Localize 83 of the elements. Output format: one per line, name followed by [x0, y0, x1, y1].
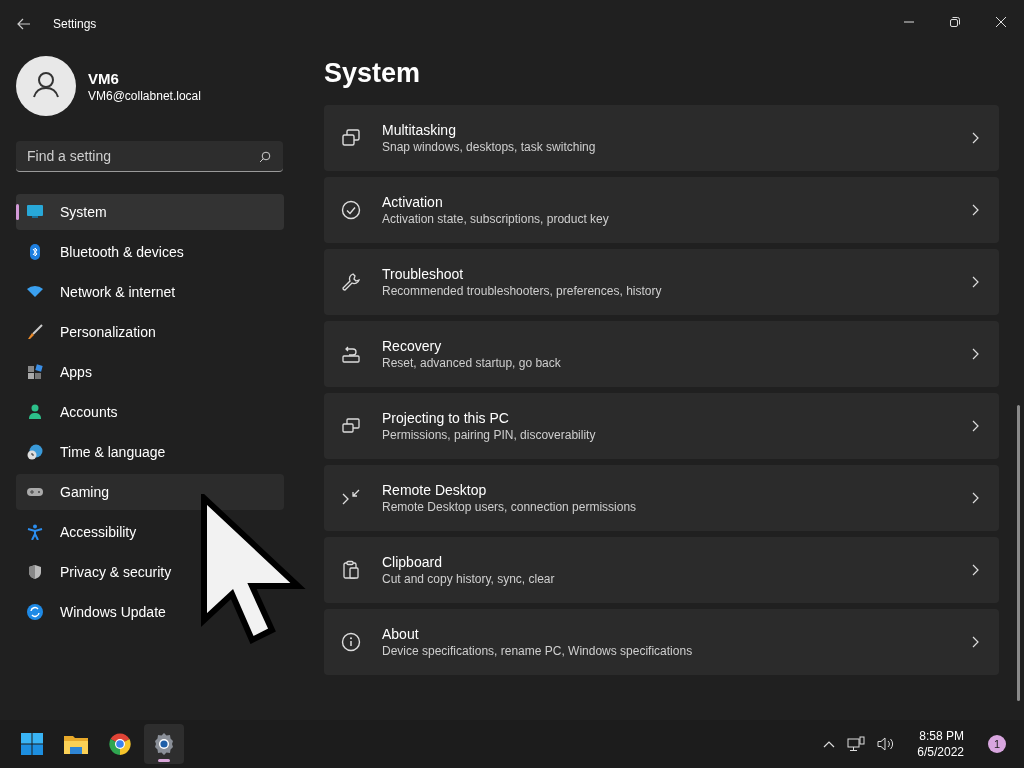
card-description: Remote Desktop users, connection permissions [382, 500, 638, 514]
selection-indicator [16, 204, 19, 220]
chevron-right-icon [971, 636, 979, 648]
settings-card[interactable]: About Device specifications, rename PC, Windows specifications [324, 609, 999, 675]
nav-item[interactable]: Personalization [16, 314, 284, 350]
card-description: Permissions, pairing PIN, discoverability [382, 428, 597, 442]
settings-card[interactable]: Projecting to this PC Permissions, pairing PIN, discoverability [324, 393, 999, 459]
card-title: Projecting to this PC [382, 410, 510, 426]
brush-icon [26, 324, 44, 340]
person-icon [26, 404, 44, 420]
window-title: Settings [53, 17, 97, 31]
folder-icon [63, 733, 89, 755]
windows-stack-icon [341, 128, 361, 148]
chevron-right-icon [971, 132, 979, 144]
card-description: Activation state, subscriptions, product key [382, 212, 610, 226]
card-title: Recovery [382, 338, 443, 354]
card-description: Device specifications, rename PC, Windows specifications [382, 644, 694, 658]
maximize-icon[interactable] [949, 16, 961, 28]
close-icon[interactable] [995, 16, 1007, 28]
chevron-right-icon [971, 564, 979, 576]
card-title: Troubleshoot [382, 266, 465, 282]
settings-card[interactable]: Troubleshoot Recommended troubleshooters, preferences, history [324, 249, 999, 315]
search-icon [259, 151, 271, 163]
nav-item[interactable]: Windows Update [16, 594, 284, 630]
avatar-icon[interactable] [16, 56, 76, 116]
chevron-right-icon [971, 276, 979, 288]
browser-icon [108, 732, 132, 756]
clock-date[interactable]: 6/5/2022 [917, 745, 964, 759]
volume-icon[interactable] [877, 736, 896, 752]
monitor-icon [26, 204, 44, 220]
update-icon [26, 604, 44, 620]
network-icon[interactable] [847, 736, 866, 752]
mouse-pointer-icon [200, 494, 306, 644]
recovery-icon [341, 344, 361, 364]
card-title: Activation [382, 194, 444, 210]
card-description: Recommended troubleshooters, preferences, history [382, 284, 663, 298]
apps-icon [26, 364, 44, 380]
wrench-icon [341, 272, 361, 292]
nav-item[interactable]: Time & language [16, 434, 284, 470]
search-field[interactable]: Find a setting [16, 141, 283, 172]
settings-card[interactable]: Multitasking Snap windows, desktops, task switching [324, 105, 999, 171]
shield-icon [26, 564, 44, 580]
accessibility-icon [26, 524, 44, 540]
scrollbar[interactable] [1017, 405, 1020, 701]
clock-time[interactable]: 8:58 PM [919, 729, 964, 743]
globe-clock-icon [26, 444, 44, 460]
nav-item[interactable]: Accessibility [16, 514, 284, 550]
chevron-up-icon[interactable] [823, 740, 836, 748]
chevron-right-icon [971, 420, 979, 432]
card-title: Clipboard [382, 554, 443, 570]
chevron-right-icon [971, 204, 979, 216]
card-title: Multitasking [382, 122, 457, 138]
start-icon [20, 732, 44, 756]
projector-screens-icon [341, 416, 361, 436]
card-description: Snap windows, desktops, task switching [382, 140, 597, 154]
settings-card[interactable]: Recovery Reset, advanced startup, go back [324, 321, 999, 387]
settings-card[interactable]: Clipboard Cut and copy history, sync, clear [324, 537, 999, 603]
chevron-right-icon [971, 492, 979, 504]
card-description: Cut and copy history, sync, clear [382, 572, 556, 586]
settings-card[interactable]: Remote Desktop Remote Desktop users, connection permissions [324, 465, 999, 531]
page-title: System [324, 58, 422, 89]
nav-item[interactable]: Network & internet [16, 274, 284, 310]
nav-item[interactable]: Apps [16, 354, 284, 390]
gear-icon [152, 732, 176, 756]
chevron-right-icon [971, 348, 979, 360]
wifi-icon [26, 284, 44, 300]
nav-item[interactable]: Accounts [16, 394, 284, 430]
nav-item[interactable]: Bluetooth & devices [16, 234, 284, 270]
notification-badge[interactable]: 1 [988, 735, 1006, 753]
active-indicator [158, 759, 170, 762]
user-email: VM6@collabnet.local [88, 88, 201, 103]
card-description: Reset, advanced startup, go back [382, 356, 562, 370]
taskbar-app[interactable] [144, 724, 184, 764]
user-name: VM6 [88, 69, 120, 87]
back-icon[interactable] [17, 18, 31, 30]
clipboard-icon [341, 560, 361, 580]
card-title: Remote Desktop [382, 482, 488, 498]
checkmark-circle-icon [341, 200, 361, 220]
nav-item[interactable]: Gaming [16, 474, 284, 510]
settings-card[interactable]: Activation Activation state, subscriptions, product key [324, 177, 999, 243]
info-icon [341, 632, 361, 652]
card-title: About [382, 626, 420, 642]
nav-item[interactable]: System [16, 194, 284, 230]
